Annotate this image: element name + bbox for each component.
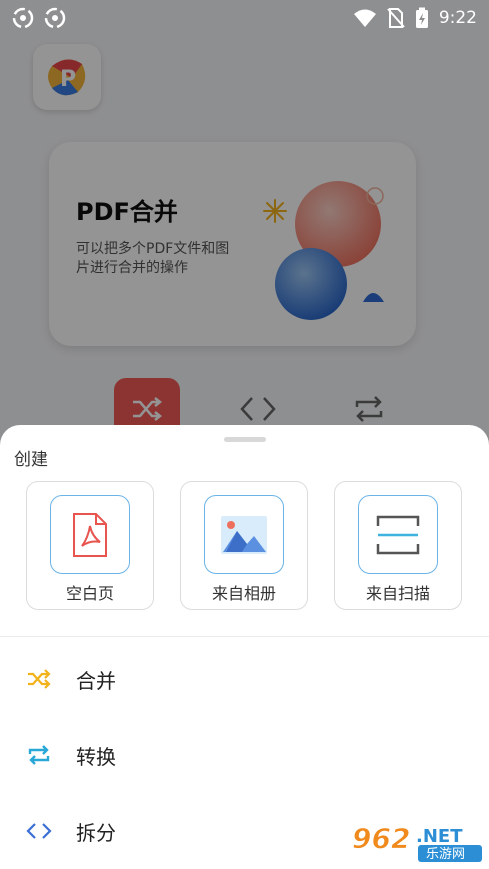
wifi-icon (353, 9, 376, 27)
menu-item-label: 拆分 (76, 820, 116, 845)
create-from-scan-button[interactable]: 来自扫描 (334, 481, 462, 610)
create-option-label: 来自扫描 (365, 584, 430, 603)
pdf-file-icon (73, 512, 107, 557)
create-icon-box (50, 495, 130, 574)
status-time: 9:22 (438, 8, 477, 28)
code-brackets-icon (25, 817, 53, 845)
scan-icon (376, 515, 420, 554)
status-bar: 9:22 (0, 0, 489, 36)
battery-charging-icon (415, 7, 428, 28)
section-title-create: 创建 (14, 450, 48, 470)
menu-item-convert[interactable]: 转换 (0, 720, 489, 790)
menu-item-merge[interactable]: 合并 (0, 644, 489, 714)
menu-item-label: 转换 (76, 744, 116, 769)
create-blank-page-button[interactable]: 空白页 (26, 481, 154, 610)
create-option-label: 来自相册 (211, 584, 276, 603)
sync-icon (44, 7, 66, 29)
divider (0, 636, 489, 637)
sync-icon (12, 7, 34, 29)
menu-item-label: 合并 (76, 668, 116, 693)
shuffle-icon (25, 665, 53, 693)
create-bottom-sheet: 创建 空白页 来自相册 来自扫描 合并 转换 拆分 (0, 425, 489, 869)
site-watermark-logo: 962 .NET 乐游网 (350, 820, 485, 864)
create-icon-box (358, 495, 438, 574)
repeat-icon (25, 741, 53, 769)
svg-text:962: 962 (352, 822, 410, 855)
create-from-album-button[interactable]: 来自相册 (180, 481, 308, 610)
create-icon-box (204, 495, 284, 574)
svg-text:.NET: .NET (416, 826, 463, 847)
create-option-label: 空白页 (65, 584, 114, 603)
sheet-drag-handle[interactable] (224, 437, 266, 442)
svg-text:乐游网: 乐游网 (426, 847, 465, 862)
no-sim-icon (387, 8, 405, 28)
create-options-row: 空白页 来自相册 来自扫描 (26, 481, 462, 610)
image-icon (221, 515, 267, 554)
